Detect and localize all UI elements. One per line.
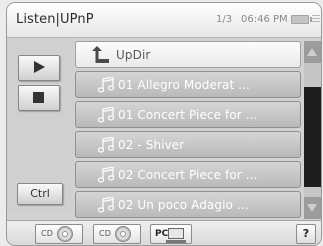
help-button[interactable]: ? [296,224,316,244]
ctrl-button[interactable]: Ctrl [17,183,63,205]
music-note-icon [97,167,115,183]
list-item[interactable]: 02 - Shiver [75,131,301,158]
list-item[interactable]: 02 Concert Piece for ... [75,161,301,188]
source-bar: CD CD PC ? [7,220,321,245]
pc-icon [168,228,184,239]
stop-button[interactable] [18,85,60,111]
pc-base-shape [166,240,186,243]
source-pc-button[interactable]: PC [150,224,192,244]
music-note-icon [97,137,115,153]
list-item[interactable]: 01 Allegro Moderat ... [75,71,301,98]
music-note-icon [97,107,115,123]
cd-icon [115,226,131,242]
source-cd-button-1[interactable]: CD [35,224,83,244]
cd-icon [57,226,73,242]
clock: 06:46 PM [241,14,288,25]
music-note-icon [97,197,115,213]
source-cd-button-2[interactable]: CD [93,224,141,244]
up-arrow-icon [92,46,109,63]
track-list: UpDir 01 Allegro Moderat ... 01 Concert … [75,41,301,219]
scrollbar[interactable] [304,41,321,219]
music-note-icon [97,77,115,93]
app-title: Listen|UPnP [16,12,94,27]
scroll-thumb[interactable] [304,87,321,187]
source-label: PC [155,229,169,239]
source-label: CD [99,229,112,238]
source-label: CD [41,229,54,238]
list-item-label: 02 Un poco Adagio ... [118,198,249,212]
scroll-down-icon[interactable] [304,197,321,219]
stop-icon [33,92,44,103]
scroll-up-icon[interactable] [304,41,321,63]
playback-controls-panel: Ctrl [7,38,73,211]
updir-row[interactable]: UpDir [75,41,301,68]
list-item-label: 02 - Shiver [118,138,185,152]
updir-label: UpDir [116,48,151,62]
list-item-label: 01 Allegro Moderat ... [118,78,250,92]
list-item-label: 02 Concert Piece for ... [118,168,258,182]
play-button[interactable] [18,55,60,81]
list-item-label: 01 Concert Piece for ... [118,108,258,122]
page-indicator: 1/3 [216,14,233,25]
app-window: Listen|UPnP 1/3 06:46 PM Ctrl UpDir 01 A… [6,2,322,246]
list-item[interactable]: 02 Un poco Adagio ... [75,191,301,218]
header-bar: Listen|UPnP 1/3 06:46 PM [7,3,321,38]
menu-lines-icon[interactable] [312,15,320,24]
battery-icon [291,15,312,24]
list-item[interactable]: 01 Concert Piece for ... [75,101,301,128]
play-icon [34,61,45,73]
